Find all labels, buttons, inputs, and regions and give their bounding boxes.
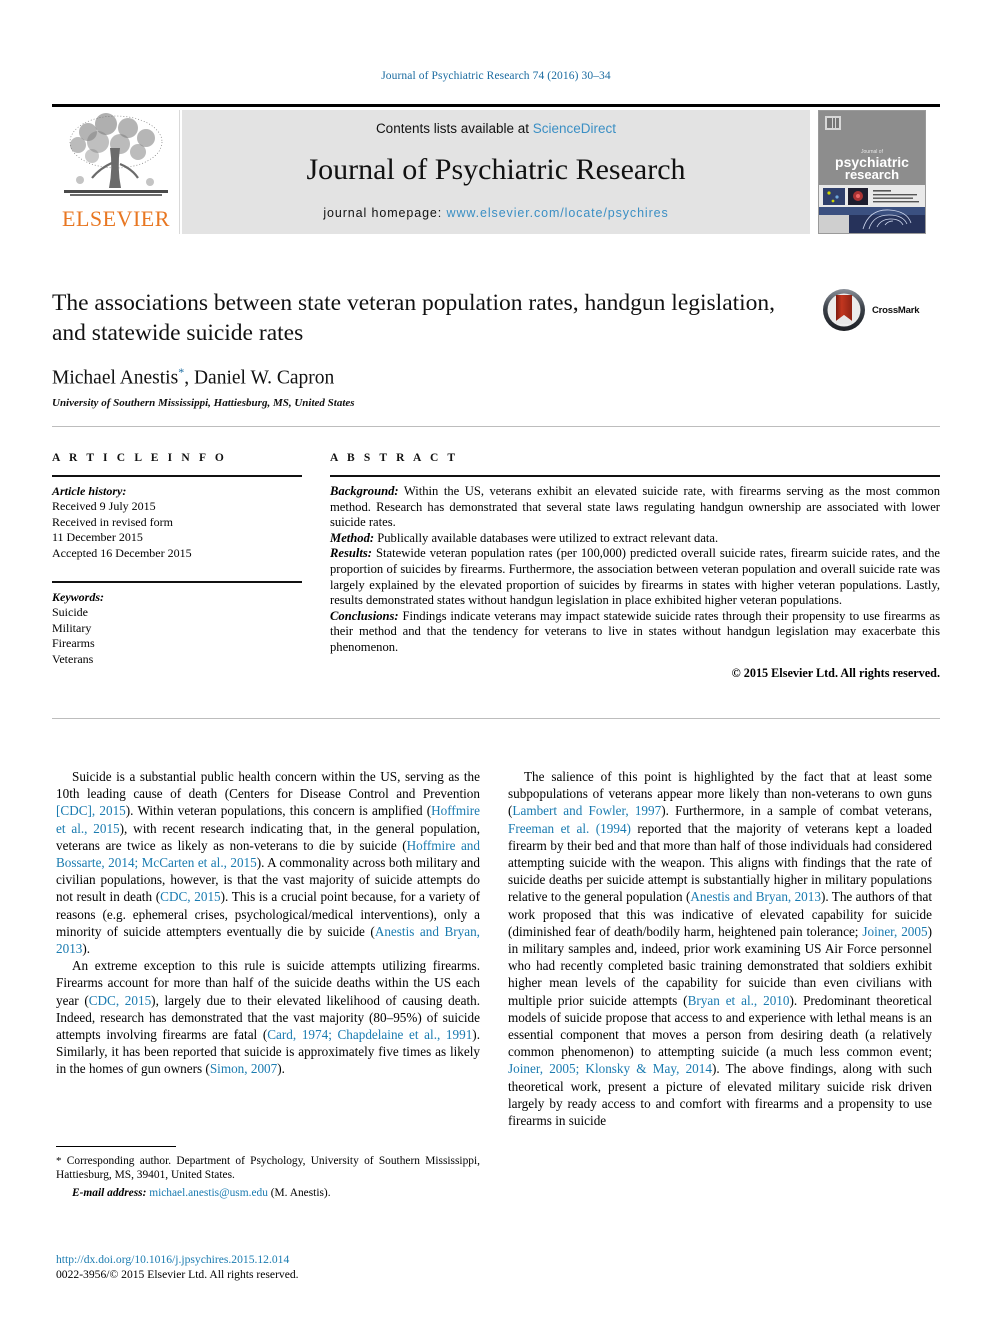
journal-cover-art: Journal of psychiatric research: [819, 111, 925, 233]
abstract-column: A B S T R A C T Background: Within the U…: [330, 452, 940, 681]
article-info-rule: [52, 475, 302, 477]
citation-link[interactable]: Simon, 2007: [210, 1061, 277, 1076]
body-text: ). Within veteran populations, this conc…: [125, 803, 432, 819]
body-paragraph: An extreme exception to this rule is sui…: [56, 957, 480, 1077]
abstract-background-label: Background:: [330, 484, 399, 498]
body-text: ).: [277, 1061, 285, 1077]
abstract-conclusions-label: Conclusions:: [330, 608, 399, 623]
elsevier-logo: ELSEVIER: [52, 110, 180, 234]
journal-header-band: ELSEVIER Contents lists available at Sci…: [52, 104, 940, 234]
meta-top-rule: [52, 426, 940, 427]
abstract-conclusions: Conclusions: Findings indicate veterans …: [330, 609, 940, 656]
homepage-url-link[interactable]: www.elsevier.com/locate/psychires: [447, 206, 669, 220]
citation-link[interactable]: Bryan et al., 2010: [688, 993, 790, 1008]
abstract-results-text: Statewide veteran population rates (per …: [330, 546, 940, 608]
article-history-label: Article history:: [52, 484, 127, 498]
citation-link[interactable]: [CDC], 2015: [56, 803, 126, 818]
abstract-results: Results: Statewide veteran population ra…: [330, 546, 940, 608]
email-suffix: (M. Anestis).: [267, 1186, 331, 1199]
abstract-method-label: Method:: [330, 530, 375, 545]
abstract-method: Method: Publically available databases w…: [330, 531, 940, 547]
body-column-right: The salience of this point is highlighte…: [508, 768, 932, 1129]
crossmark-badge[interactable]: CrossMark: [822, 288, 940, 340]
body-paragraph: Suicide is a substantial public health c…: [56, 768, 480, 957]
history-line: Received in revised form: [52, 514, 173, 529]
contents-available-line: Contents lists available at ScienceDirec…: [182, 121, 810, 136]
history-line: Received 9 July 2015: [52, 499, 156, 513]
email-link[interactable]: michael.anestis@usm.edu: [149, 1187, 268, 1199]
abstract-conclusions-text: Findings indicate veterans may impact st…: [330, 608, 940, 654]
article-info-heading: A R T I C L E I N F O: [52, 452, 227, 464]
keyword-item: Firearms: [52, 636, 95, 650]
issn-copyright-line: 0022-3956/© 2015 Elsevier Ltd. All right…: [56, 1268, 299, 1281]
sciencedirect-link[interactable]: ScienceDirect: [533, 121, 616, 136]
corresponding-author-footnote: * Corresponding author. Department of Ps…: [56, 1146, 480, 1200]
svg-text:research: research: [845, 167, 899, 182]
footnote-text: * Corresponding author. Department of Ps…: [56, 1154, 480, 1183]
keyword-item: Suicide: [52, 605, 88, 619]
affiliation: University of Southern Mississippi, Hatt…: [52, 396, 355, 409]
citation-link[interactable]: Anestis and Bryan, 2013: [690, 889, 821, 904]
abstract-heading: A B S T R A C T: [330, 452, 459, 464]
article-info-column: A R T I C L E I N F O Article history: R…: [52, 452, 302, 667]
crossmark-label: CrossMark: [872, 305, 920, 316]
footnote-address: Corresponding author. Department of Psyc…: [56, 1155, 480, 1182]
history-line: 11 December 2015: [52, 530, 143, 544]
keywords-label: Keywords:: [52, 590, 104, 604]
citation-link[interactable]: Joiner, 2005: [862, 924, 927, 939]
keyword-item: Veterans: [52, 651, 94, 666]
meta-bottom-rule: [52, 718, 940, 719]
homepage-prefix: journal homepage:: [323, 206, 447, 220]
citation-link[interactable]: Freeman et al. (1994): [508, 821, 631, 836]
citation-link[interactable]: CDC, 2015: [89, 993, 151, 1008]
citation-link[interactable]: Joiner, 2005; Klonsky & May, 2014: [508, 1061, 712, 1076]
contents-prefix: Contents lists available at: [375, 121, 533, 136]
title-block: The associations between state veteran p…: [52, 288, 940, 409]
citation-link[interactable]: Lambert and Fowler, 1997: [512, 803, 661, 818]
journal-cover-thumbnail: Journal of psychiatric research: [818, 110, 926, 234]
journal-homepage-line: journal homepage: www.elsevier.com/locat…: [182, 206, 810, 220]
journal-info-panel: Contents lists available at ScienceDirec…: [182, 110, 810, 234]
abstract-copyright: © 2015 Elsevier Ltd. All rights reserved…: [731, 665, 940, 680]
elsevier-wordmark: ELSEVIER: [62, 206, 170, 231]
author-line: Michael Anestis*, Daniel W. Capron: [52, 365, 940, 390]
citation-link[interactable]: CDC, 2015: [160, 889, 220, 904]
header-top-rule: [52, 104, 940, 107]
body-text: Suicide is a substantial public health c…: [56, 769, 480, 802]
abstract-background-text: Within the US, veterans exhibit an eleva…: [330, 484, 940, 530]
journal-title: Journal of Psychiatric Research: [306, 153, 686, 186]
citation-link[interactable]: Card, 1974; Chapdelaine et al., 1991: [267, 1027, 472, 1042]
doi-block: http://dx.doi.org/10.1016/j.jpsychires.2…: [56, 1252, 496, 1282]
crossmark-icon: [823, 289, 865, 331]
body-column-left: Suicide is a substantial public health c…: [56, 768, 480, 1078]
abstract-background: Background: Within the US, veterans exhi…: [330, 484, 940, 531]
author-secondary: , Daniel W. Capron: [184, 367, 335, 389]
keywords-rule: [52, 581, 302, 583]
paper-page: Journal of Psychiatric Research 74 (2016…: [0, 0, 992, 1323]
footnote-email-line: E-mail address: michael.anestis@usm.edu …: [56, 1186, 480, 1200]
footnote-rule: [56, 1146, 176, 1147]
abstract-method-text: Publically available databases were util…: [374, 530, 719, 545]
elsevier-tree-icon: [64, 113, 168, 196]
doi-link[interactable]: http://dx.doi.org/10.1016/j.jpsychires.2…: [56, 1252, 496, 1267]
running-head: Journal of Psychiatric Research 74 (2016…: [381, 70, 611, 82]
history-line: Accepted 16 December 2015: [52, 545, 192, 560]
author-primary: Michael Anestis: [52, 367, 179, 389]
abstract-rule: [330, 475, 940, 477]
email-label: E-mail address:: [72, 1186, 147, 1199]
abstract-results-label: Results:: [330, 546, 372, 561]
body-paragraph: The salience of this point is highlighte…: [508, 768, 932, 1129]
page-title: The associations between state veteran p…: [52, 290, 776, 346]
body-text: ). Furthermore, in a sample of combat ve…: [661, 803, 932, 819]
keyword-item: Military: [52, 620, 92, 635]
body-text: ).: [82, 941, 91, 957]
